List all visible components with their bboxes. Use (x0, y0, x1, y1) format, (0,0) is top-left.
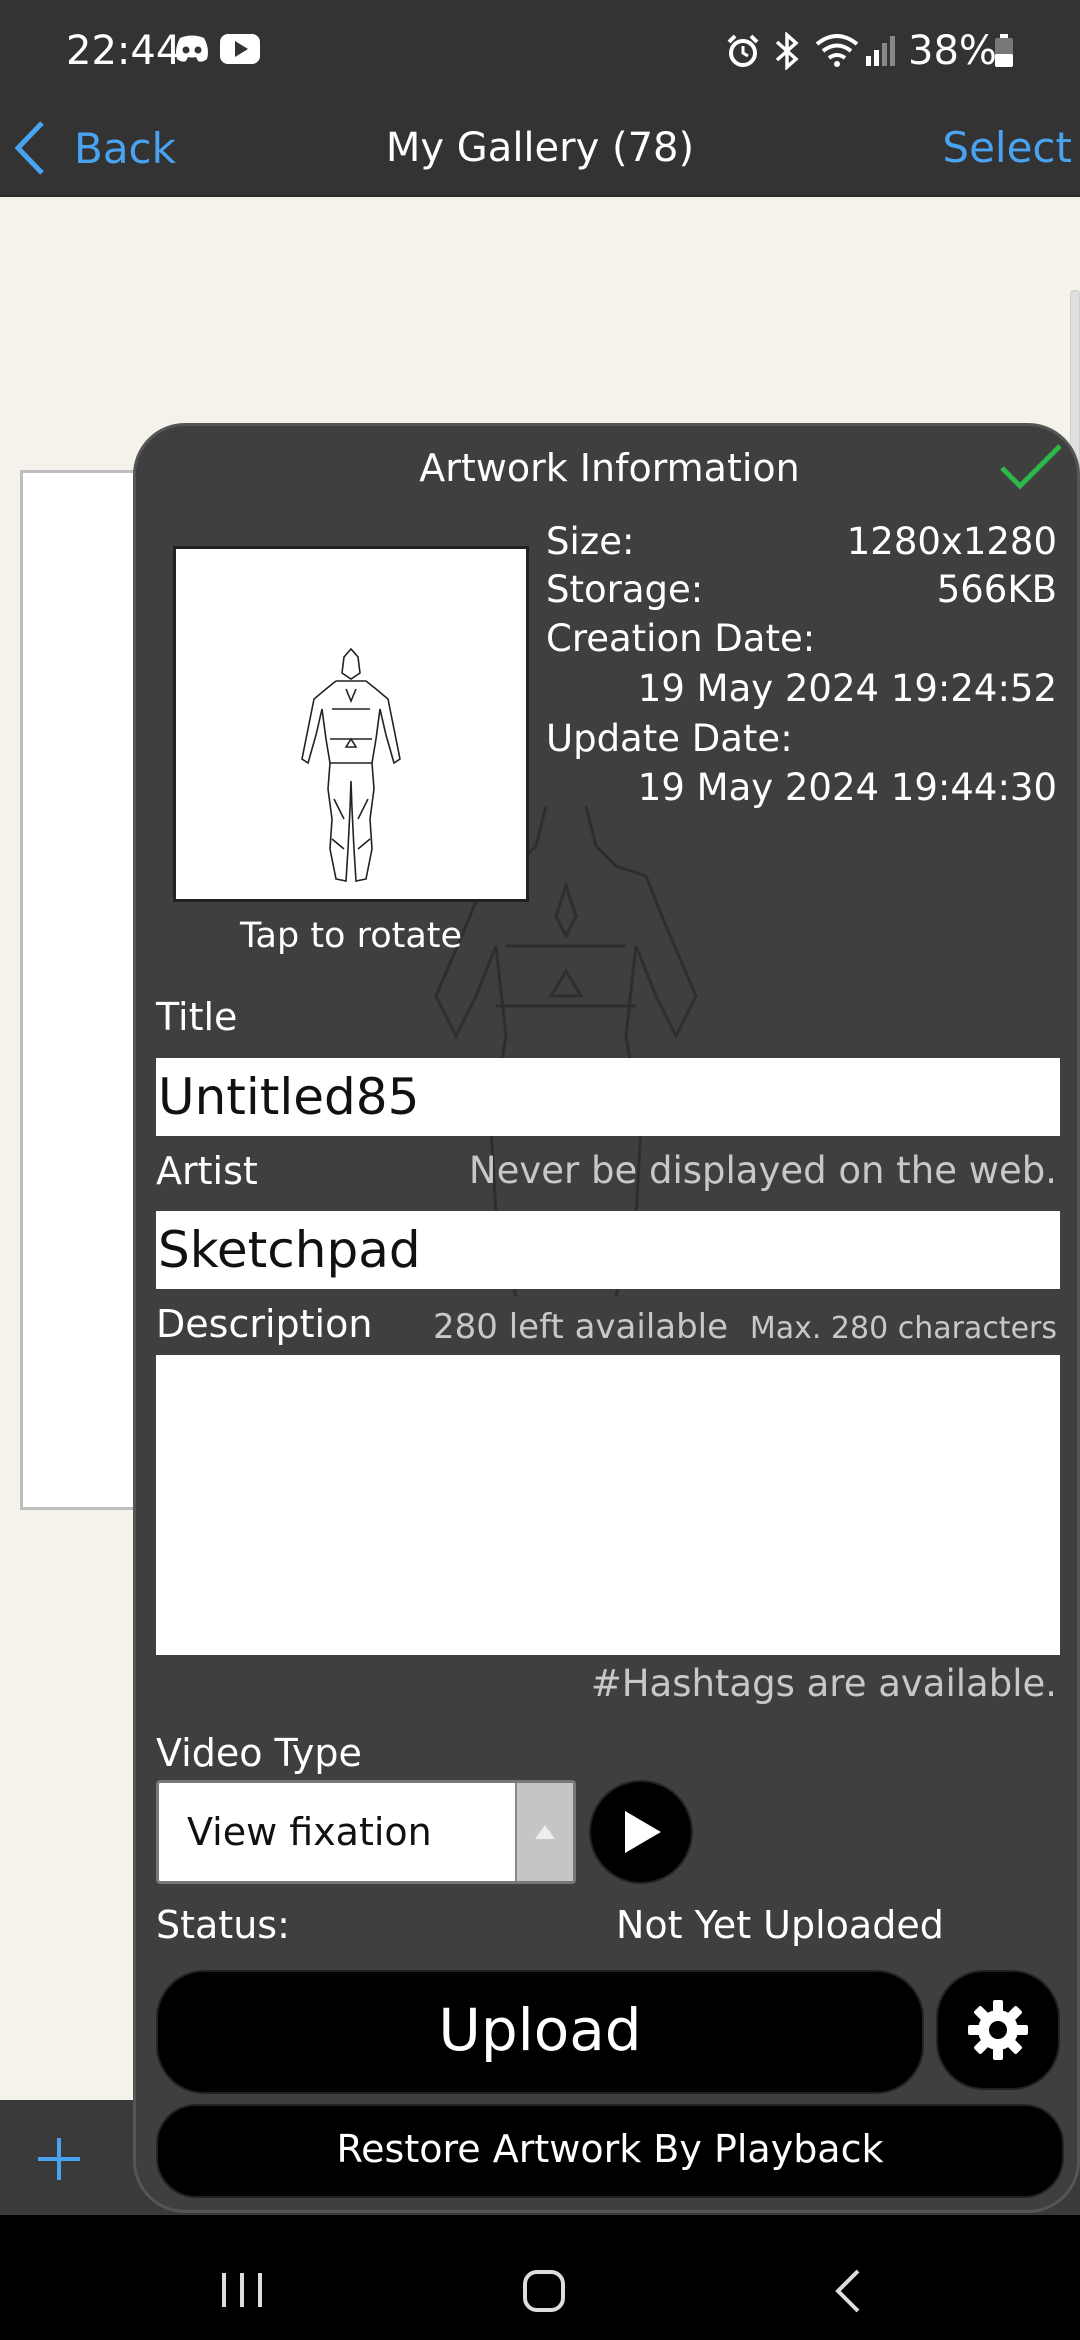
update-date-value: 19 May 2024 19:44:30 (637, 766, 1057, 809)
size-label: Size: (546, 520, 635, 563)
bluetooth-icon (772, 32, 802, 70)
check-icon[interactable] (998, 442, 1064, 492)
artist-input[interactable]: Sketchpad (156, 1211, 1060, 1289)
status-bar: 22:44 38% (0, 0, 1080, 105)
alarm-icon (726, 34, 760, 68)
recent-apps-icon[interactable] (220, 2271, 264, 2309)
battery-percent: 38% (908, 28, 997, 74)
artist-label: Artist (156, 1149, 258, 1193)
restore-playback-button[interactable]: Restore Artwork By Playback (156, 2104, 1064, 2198)
status-time: 22:44 (66, 28, 182, 74)
battery-icon (994, 34, 1014, 68)
gear-icon (966, 1998, 1030, 2062)
title-input[interactable]: Untitled85 (156, 1058, 1060, 1136)
select-button[interactable]: Select (942, 113, 1072, 183)
hashtags-note: #Hashtags are available. (590, 1662, 1057, 1705)
upload-settings-button[interactable] (936, 1970, 1060, 2090)
artist-note: Never be displayed on the web. (468, 1149, 1057, 1192)
add-icon[interactable] (36, 2136, 82, 2182)
storage-label: Storage: (546, 568, 704, 611)
back-nav-icon[interactable] (832, 2269, 862, 2313)
description-remaining: 280 left available (433, 1307, 729, 1347)
discord-icon (174, 34, 210, 64)
status-label: Status: (156, 1903, 290, 1947)
creation-date-label: Creation Date: (546, 617, 816, 660)
artwork-info-panel: Artwork Information Tap to rotate Size: … (133, 423, 1080, 2213)
size-value: 1280x1280 (846, 520, 1057, 563)
thumbnail-caption: Tap to rotate (239, 916, 463, 956)
storage-value: 566KB (936, 568, 1057, 611)
title-label: Title (156, 995, 238, 1039)
signal-icon (866, 34, 896, 66)
description-textarea[interactable] (156, 1355, 1060, 1655)
description-max: Max. 280 characters (749, 1311, 1057, 1346)
youtube-icon (220, 34, 260, 64)
artwork-sketch-image (301, 647, 401, 882)
triangle-up-icon (534, 1823, 556, 1841)
video-type-select[interactable]: View fixation (156, 1780, 576, 1884)
play-icon (619, 1809, 663, 1855)
page-title: My Gallery (78) (385, 125, 695, 171)
status-value: Not Yet Uploaded (616, 1903, 944, 1947)
upload-button[interactable]: Upload (156, 1970, 924, 2094)
description-label: Description (156, 1302, 373, 1346)
play-button[interactable] (589, 1780, 693, 1884)
artwork-thumbnail[interactable] (173, 546, 529, 902)
home-icon[interactable] (522, 2269, 566, 2313)
wifi-icon (815, 32, 859, 68)
nav-bar: Back My Gallery (78) Select (0, 105, 1080, 197)
update-date-label: Update Date: (546, 717, 793, 760)
creation-date-value: 19 May 2024 19:24:52 (637, 667, 1057, 710)
select-arrow[interactable] (515, 1783, 573, 1881)
video-type-label: Video Type (156, 1731, 362, 1775)
panel-title: Artwork Information (419, 446, 800, 490)
system-nav-bar (0, 2215, 1080, 2340)
video-type-value: View fixation (187, 1810, 432, 1854)
